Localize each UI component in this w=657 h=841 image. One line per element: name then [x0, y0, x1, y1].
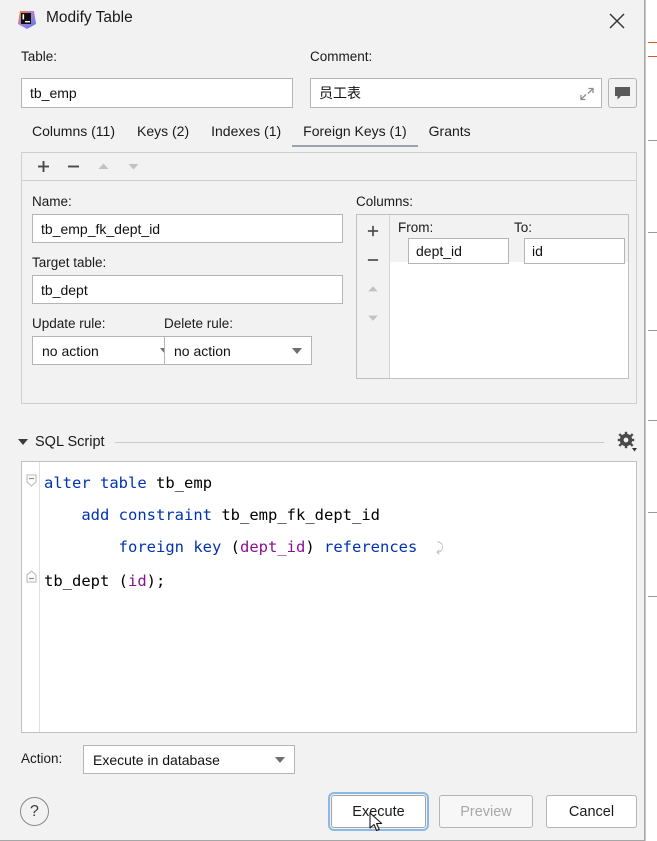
columns-label: Columns:: [356, 194, 414, 209]
sql-script-editor[interactable]: alter table tb_emp add constraint tb_emp…: [21, 461, 637, 733]
tab-indexes[interactable]: Indexes (1): [200, 122, 292, 145]
modify-table-dialog: Modify Table Table: tb_emp Comment: 员工表: [0, 0, 645, 841]
columns-table: From: To: dept_id id: [390, 215, 628, 378]
columns-mapping-panel: From: To: dept_id id: [356, 214, 629, 379]
triangle-down-icon[interactable]: [18, 439, 28, 445]
table-label: Table:: [21, 49, 58, 64]
fk-name-input[interactable]: tb_emp_fk_dept_id: [32, 214, 343, 243]
dialog-title: Modify Table: [46, 9, 133, 26]
minus-icon[interactable]: [360, 249, 386, 271]
from-column-header: From:: [398, 220, 434, 235]
editor-gutter: [22, 462, 40, 732]
sql-code-content: alter table tb_emp add constraint tb_emp…: [44, 467, 632, 597]
delete-rule-value: no action: [174, 342, 231, 359]
chevron-down-icon: [292, 347, 302, 354]
sql-script-header: SQL Script: [18, 430, 638, 454]
update-rule-value: no action: [42, 342, 99, 359]
tab-keys[interactable]: Keys (2): [126, 122, 200, 145]
sql-code-line: foreign key (dept_id) references ⤸: [118, 538, 444, 556]
execute-button[interactable]: Execute: [328, 792, 429, 831]
plus-icon[interactable]: [30, 156, 56, 178]
expand-icon[interactable]: [579, 86, 595, 102]
delete-rule-select[interactable]: no action: [164, 336, 312, 365]
tab-columns[interactable]: Columns (11): [21, 122, 126, 145]
comment-value: 员工表: [319, 85, 361, 101]
comment-label: Comment:: [310, 49, 373, 64]
comment-bubble-icon[interactable]: [608, 78, 637, 108]
gear-icon[interactable]: [616, 431, 638, 453]
update-rule-select[interactable]: no action: [32, 336, 180, 365]
foreign-keys-toolbar: [21, 152, 637, 180]
sql-code-line: add constraint tb_emp_fk_dept_id: [81, 506, 380, 524]
fold-marker-close-icon[interactable]: [25, 570, 38, 583]
table-name-input[interactable]: tb_emp: [21, 78, 293, 108]
sql-code-line: tb_dept (id);: [44, 572, 166, 590]
foreign-key-detail-pane: Name: tb_emp_fk_dept_id Target table: tb…: [21, 180, 637, 404]
dialog-titlebar: Modify Table: [0, 0, 644, 41]
tab-foreign-keys[interactable]: Foreign Keys (1): [292, 122, 418, 147]
from-column-cell[interactable]: dept_id: [408, 238, 509, 264]
columns-toolbar: [357, 215, 390, 378]
arrow-up-icon: [90, 156, 116, 178]
sql-code-line: alter table tb_emp: [44, 474, 213, 492]
columns-table-header: From: To: dept_id id: [390, 215, 628, 264]
fk-name-label: Name:: [32, 194, 72, 209]
arrow-down-icon: [360, 307, 386, 329]
tab-bar: Columns (11) Keys (2) Indexes (1) Foreig…: [21, 122, 625, 149]
plus-icon[interactable]: [360, 220, 386, 242]
to-column-cell[interactable]: id: [524, 238, 625, 264]
background-editor-strip: [645, 0, 657, 841]
target-table-input[interactable]: tb_dept: [32, 275, 343, 304]
tab-grants[interactable]: Grants: [418, 122, 482, 145]
chevron-down-icon: [275, 756, 285, 763]
fold-marker-open-icon[interactable]: [25, 474, 38, 487]
update-rule-label: Update rule:: [32, 316, 106, 331]
sql-script-title: SQL Script: [35, 434, 105, 450]
cancel-button[interactable]: Cancel: [546, 795, 637, 828]
arrow-up-icon: [360, 278, 386, 300]
close-icon[interactable]: [604, 8, 630, 34]
action-value: Execute in database: [93, 751, 220, 768]
arrow-down-icon: [120, 156, 146, 178]
question-mark-icon[interactable]: ?: [20, 797, 49, 826]
delete-rule-label: Delete rule:: [164, 316, 234, 331]
target-table-label: Target table:: [32, 255, 107, 270]
divider: [114, 441, 604, 443]
preview-button: Preview: [439, 795, 533, 828]
minus-icon[interactable]: [60, 156, 86, 178]
datagrip-icon: [17, 10, 37, 30]
action-select[interactable]: Execute in database: [83, 745, 295, 774]
comment-input[interactable]: 员工表: [310, 78, 602, 108]
to-column-header: To:: [514, 220, 533, 235]
action-label: Action:: [21, 751, 63, 766]
